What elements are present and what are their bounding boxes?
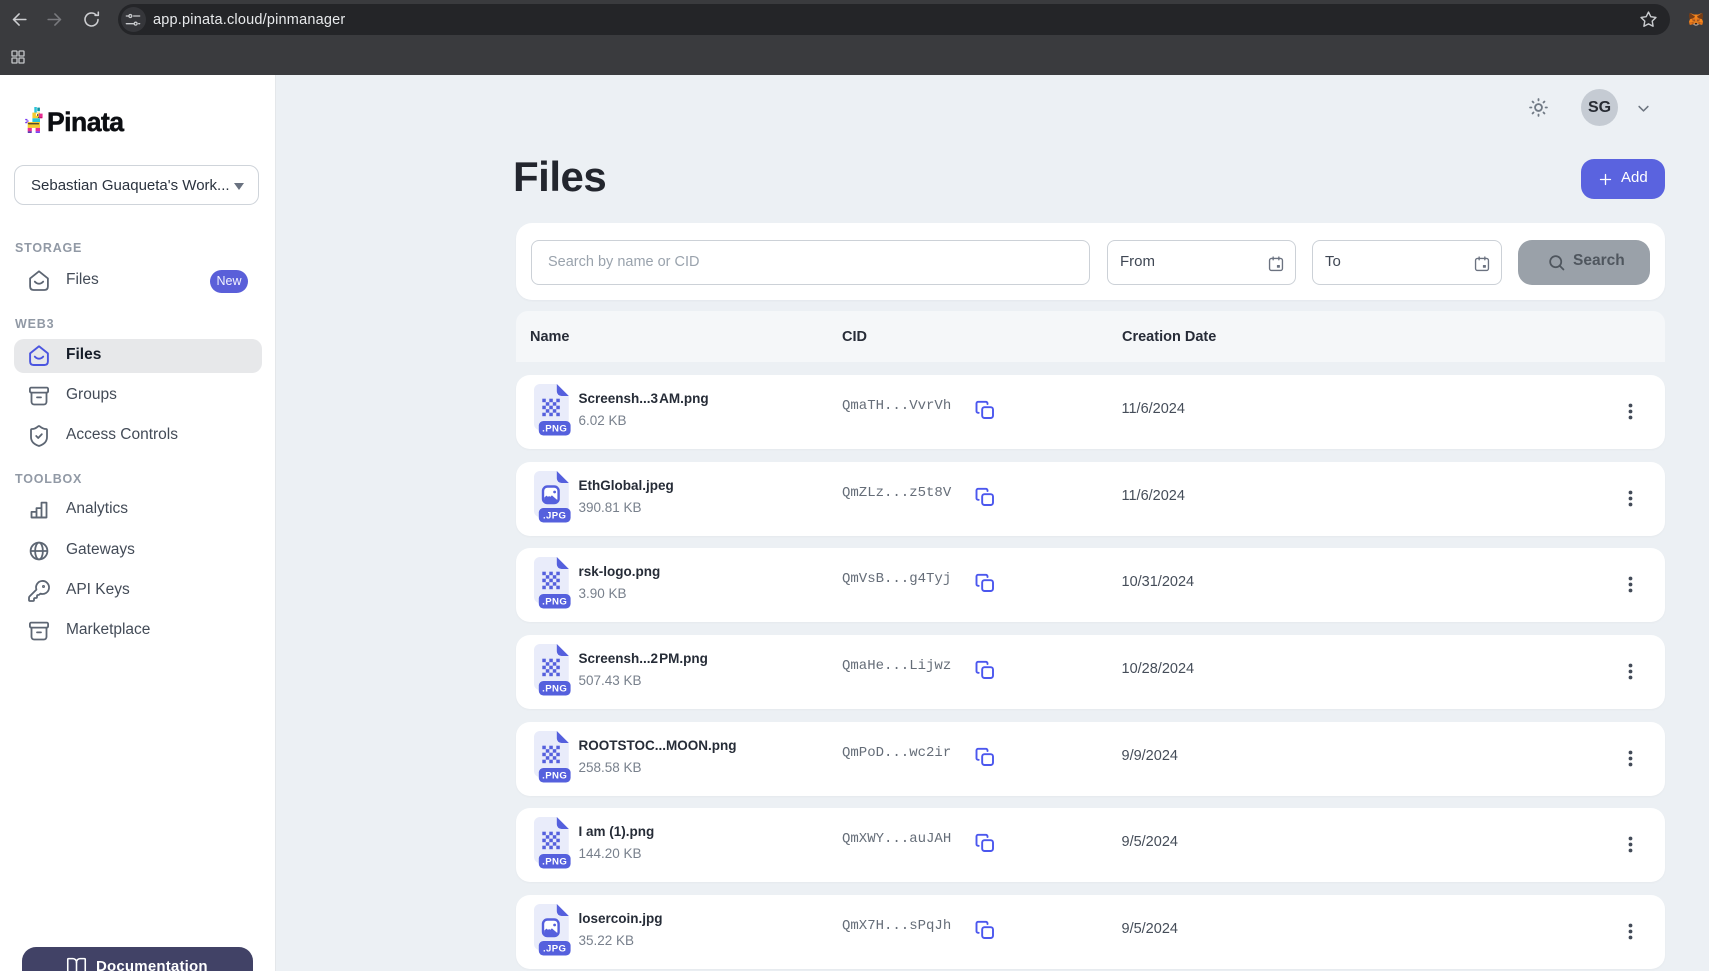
svg-text:.PNG: .PNG [542, 857, 567, 868]
svg-text:.PNG: .PNG [542, 684, 567, 695]
svg-text:.PNG: .PNG [542, 424, 567, 435]
svg-text:.JPG: .JPG [542, 511, 565, 522]
svg-text:.PNG: .PNG [542, 597, 567, 608]
svg-text:.JPG: .JPG [542, 944, 565, 955]
svg-text:.PNG: .PNG [542, 771, 567, 782]
